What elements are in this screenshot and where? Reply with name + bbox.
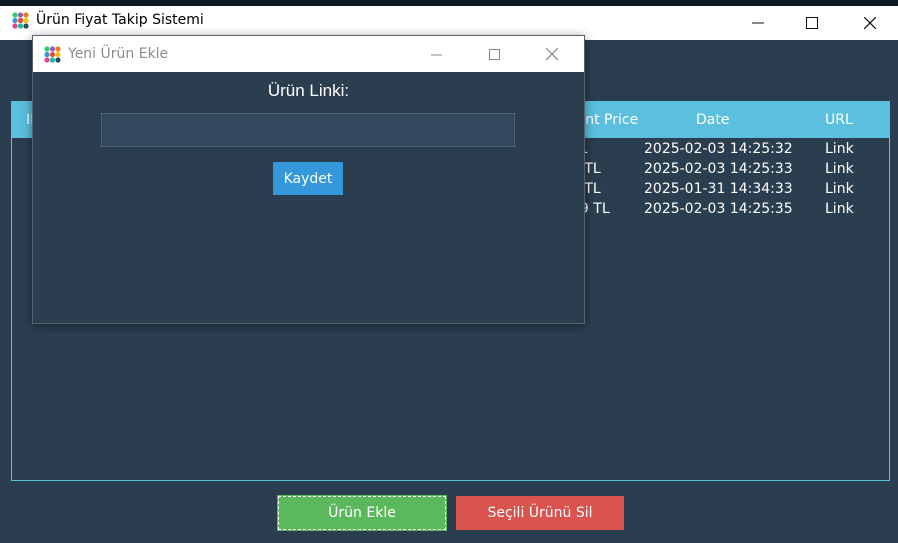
product-link-label: Ürün Linki: [267, 81, 350, 100]
cell-date: 2025-02-03 14:25:35 [644, 201, 793, 217]
maximize-button[interactable] [784, 6, 840, 40]
maximize-icon [488, 48, 500, 60]
app-icon [43, 45, 62, 64]
dialog-close-button[interactable] [523, 36, 581, 72]
window-title: Ürün Fiyat Takip Sistemi [36, 12, 204, 28]
cell-date: 2025-01-31 14:34:33 [644, 181, 793, 197]
dialog-title: Yeni Ürün Ekle [68, 46, 169, 62]
cell-url-link[interactable]: Link [825, 199, 854, 219]
cell-url-link[interactable]: Link [825, 179, 854, 199]
close-button[interactable] [842, 6, 898, 40]
app-icon [11, 11, 30, 30]
minimize-button[interactable] [730, 6, 786, 40]
minimize-icon [430, 54, 442, 55]
save-button[interactable]: Kaydet [273, 162, 343, 195]
close-icon [864, 17, 876, 29]
add-product-button[interactable]: Ürün Ekle [277, 495, 447, 531]
column-header-date[interactable]: Date [696, 102, 729, 138]
new-product-dialog: Yeni Ürün Ekle Ürün Linki: Kaydet [32, 35, 585, 324]
cell-url-link[interactable]: Link [825, 159, 854, 179]
dialog-minimize-button[interactable] [407, 36, 465, 72]
maximize-icon [806, 17, 818, 29]
product-link-input[interactable] [101, 113, 515, 147]
close-icon [546, 48, 558, 60]
main-titlebar: Ürün Fiyat Takip Sistemi [0, 0, 898, 40]
minimize-icon [752, 22, 764, 24]
cell-date: 2025-02-03 14:25:32 [644, 141, 793, 157]
cell-date: 2025-02-03 14:25:33 [644, 161, 793, 177]
column-header-url[interactable]: URL [825, 102, 853, 138]
cell-url-link[interactable]: Link [825, 139, 854, 159]
dialog-titlebar: Yeni Ürün Ekle [33, 36, 584, 72]
delete-selected-product-button[interactable]: Seçili Ürünü Sil [456, 496, 624, 530]
dialog-maximize-button[interactable] [465, 36, 523, 72]
